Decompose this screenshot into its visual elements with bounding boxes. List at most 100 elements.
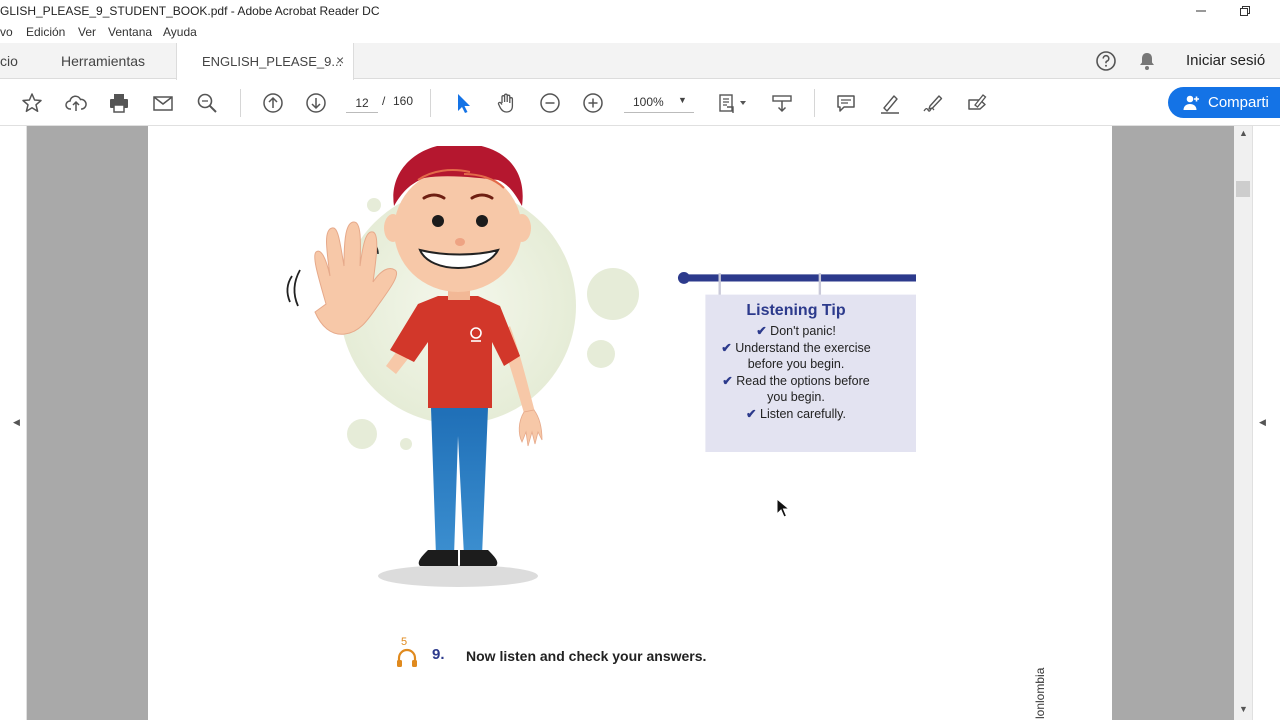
scrollbar-thumb[interactable] (1236, 181, 1250, 197)
tab-document-label: ENGLISH_PLEASE_9... (202, 54, 343, 69)
upload-button[interactable] (63, 90, 89, 116)
tab-document[interactable]: ENGLISH_PLEASE_9... × (176, 43, 354, 80)
minimize-icon (1196, 10, 1206, 12)
tip-item: ✔ Understand the exercise (721, 340, 871, 355)
print-button[interactable] (106, 90, 132, 116)
exercise-number: 9. (432, 646, 445, 663)
highlight-button[interactable] (877, 90, 903, 116)
comment-button[interactable] (833, 90, 859, 116)
menu-window[interactable]: Ventana (108, 25, 152, 39)
share-button[interactable]: Comparti (1168, 87, 1280, 118)
toolbar-separator (430, 89, 431, 117)
search-button[interactable] (194, 90, 220, 116)
tip-item: ✔ Listen carefully. (746, 406, 846, 421)
page-total: 160 (393, 94, 414, 108)
page-separator: / (382, 94, 386, 108)
signature-pen-icon (923, 95, 943, 112)
vertical-scrollbar[interactable]: ▲ ▼ (1234, 126, 1252, 720)
tab-home[interactable]: cio (0, 43, 30, 79)
zoom-in-button[interactable] (580, 90, 606, 116)
arrow-up-circle-icon (263, 93, 283, 113)
tip-item: ✔ Don't panic! (756, 324, 836, 338)
exercise-instruction: Now listen and check your answers. (466, 648, 707, 664)
tip-item-continuation: you begin. (767, 390, 825, 404)
add-person-icon (1183, 95, 1199, 110)
toolbar: / 160 100% ▼ Comparti (0, 80, 1280, 126)
zoom-search-icon (197, 93, 217, 113)
restore-icon (1240, 6, 1250, 16)
tab-close-icon[interactable]: × (336, 52, 344, 68)
menu-help[interactable]: Ayuda (163, 25, 197, 39)
page-gutter-right (1112, 126, 1234, 720)
minimize-button[interactable] (1178, 0, 1224, 22)
zoom-out-button[interactable] (537, 90, 563, 116)
expand-right-panel-icon[interactable]: ◀ (1259, 417, 1266, 428)
scroll-down-icon (772, 95, 792, 113)
notifications-button[interactable] (1135, 50, 1159, 72)
next-page-button[interactable] (303, 90, 329, 116)
check-icon: ✔ (721, 340, 732, 355)
title-bar: GLISH_PLEASE_9_STUDENT_BOOK.pdf - Adobe … (0, 0, 1280, 22)
scroll-up-icon[interactable]: ▲ (1239, 128, 1248, 138)
arrow-down-circle-icon (306, 93, 326, 113)
menu-edit[interactable]: Edición (26, 25, 65, 39)
window-title: GLISH_PLEASE_9_STUDENT_BOOK.pdf - Adobe … (0, 4, 380, 18)
cursor-arrow-icon (458, 94, 470, 113)
page-text-fragment (758, 126, 848, 130)
tip-item: ✔ Read the options before (722, 373, 870, 388)
signin-link[interactable]: Iniciar sesió (1186, 52, 1265, 69)
select-tool-button[interactable] (450, 90, 476, 116)
comment-icon (837, 95, 855, 112)
star-icon (22, 93, 42, 113)
left-panel-rail: ◀ (0, 126, 27, 720)
page-gutter-left (27, 126, 148, 720)
menu-view[interactable]: Ver (78, 25, 96, 39)
restore-button[interactable] (1222, 0, 1268, 22)
email-button[interactable] (150, 90, 176, 116)
fill-sign-button[interactable] (964, 90, 990, 116)
audio-track-number: 5 (401, 636, 408, 648)
document-viewport[interactable]: ◀ Listening Tip ✔ Don't panic! ✔ Underst… (0, 126, 1280, 720)
fit-page-button[interactable] (714, 90, 750, 116)
scroll-down-icon[interactable]: ▼ (1239, 704, 1248, 714)
previous-page-button[interactable] (260, 90, 286, 116)
cloud-upload-icon (65, 95, 87, 111)
tab-tools[interactable]: Herramientas (30, 43, 176, 79)
minus-circle-icon (540, 93, 560, 113)
share-button-label: Comparti (1208, 94, 1269, 111)
vertical-side-text: lonlombia (1033, 667, 1047, 719)
help-button[interactable] (1094, 50, 1118, 72)
sign-button[interactable] (920, 90, 946, 116)
page-number-input[interactable] (346, 93, 378, 113)
menu-file[interactable]: vo (0, 25, 13, 39)
menu-bar: vo Edición Ver Ventana Ayuda (0, 22, 1280, 43)
hand-tool-button[interactable] (493, 90, 519, 116)
hand-icon (497, 93, 514, 113)
tip-item-continuation: before you begin. (747, 357, 845, 371)
fit-page-icon (719, 94, 746, 113)
scrolling-mode-button[interactable] (769, 90, 795, 116)
listening-tip-panel: Listening Tip ✔ Don't panic! ✔ Understan… (698, 302, 894, 422)
plus-circle-icon (583, 93, 603, 113)
mouse-cursor-icon (776, 498, 790, 518)
boy-waving-illustration (286, 146, 639, 587)
right-panel-rail: ◀ (1252, 126, 1280, 720)
bell-icon (1140, 53, 1154, 70)
check-icon: ✔ (756, 324, 767, 338)
expand-left-panel-icon[interactable]: ◀ (13, 417, 20, 428)
zoom-level-value: 100% (633, 95, 664, 109)
bookmark-button[interactable] (19, 90, 45, 116)
edit-tag-icon (968, 94, 987, 110)
envelope-icon (153, 96, 173, 111)
exercise-9: 5 9. Now listen and check your answers. (396, 636, 796, 670)
check-icon: ✔ (722, 373, 733, 388)
toolbar-separator (240, 89, 241, 117)
toolbar-separator (814, 89, 815, 117)
tab-bar: cio Herramientas ENGLISH_PLEASE_9... × I… (0, 43, 1280, 80)
check-icon: ✔ (746, 406, 757, 421)
headphones-icon (397, 648, 417, 667)
chevron-down-icon[interactable]: ▼ (678, 95, 687, 105)
printer-icon (110, 94, 128, 113)
help-icon (1096, 51, 1116, 71)
pen-highlight-icon (881, 95, 899, 114)
